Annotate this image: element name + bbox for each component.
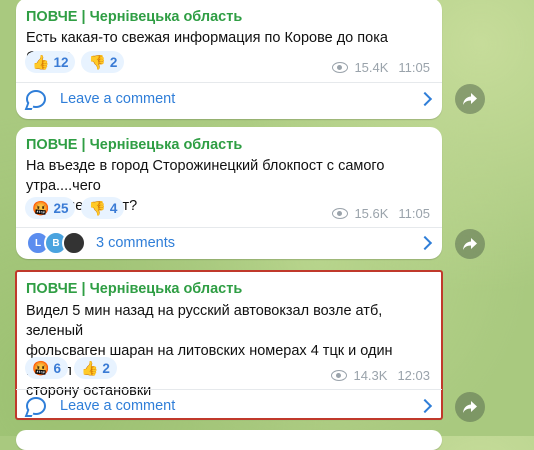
message-text-line: Видел 5 мин назад на русский автовокзал … <box>26 303 383 339</box>
share-button[interactable] <box>455 84 485 114</box>
reaction-angry[interactable]: 🤬 25 <box>25 197 76 219</box>
leave-comment-button[interactable]: Leave a comment <box>26 87 433 111</box>
reaction-count: 2 <box>102 360 110 376</box>
commenter-avatars: L B <box>26 231 86 255</box>
message-time: 11:05 <box>398 206 430 221</box>
message-meta: 15.4K 11:05 <box>332 60 430 75</box>
reaction-count: 6 <box>53 360 61 376</box>
angry-face-icon: 🤬 <box>32 200 50 216</box>
angry-face-icon: 🤬 <box>32 360 50 376</box>
view-count: 15.4K <box>354 60 389 75</box>
message-post-partial <box>16 430 442 450</box>
message-text: Видел 5 мин назад на русский автовокзал … <box>26 301 428 401</box>
reaction-angry[interactable]: 🤬 6 <box>25 357 68 379</box>
channel-name[interactable]: ПОВЧЕ | Чернівецька область <box>26 9 242 25</box>
reaction-count: 4 <box>109 200 118 216</box>
message-post-2[interactable]: ПОВЧЕ | Чернівецька область На въезде в … <box>16 127 442 259</box>
reaction-thumbs-down[interactable]: 👎 2 <box>81 51 125 73</box>
thumbs-down-icon: 👎 <box>88 54 106 70</box>
reactions: 🤬 6 👍 2 <box>25 357 117 379</box>
comment-label: 3 comments <box>96 235 175 251</box>
reaction-thumbs-up[interactable]: 👍 2 <box>73 357 117 379</box>
comment-bubble-icon <box>26 90 46 108</box>
share-arrow-icon <box>463 93 477 105</box>
chevron-right-icon <box>417 91 433 107</box>
share-button[interactable] <box>455 392 485 422</box>
channel-name[interactable]: ПОВЧЕ | Чернівецька область <box>26 281 242 297</box>
reaction-count: 2 <box>109 54 118 70</box>
chevron-right-icon <box>417 235 433 251</box>
comment-label: Leave a comment <box>60 91 176 107</box>
eye-icon <box>331 370 348 381</box>
divider <box>16 227 442 228</box>
view-count: 14.3K <box>353 368 388 383</box>
divider <box>16 389 442 390</box>
thumbs-up-icon: 👍 <box>80 360 99 376</box>
message-post-3[interactable]: ПОВЧЕ | Чернівецька область Видел 5 мин … <box>15 270 443 420</box>
divider <box>16 82 442 83</box>
reaction-count: 25 <box>53 200 69 216</box>
thumbs-down-icon: 👎 <box>88 200 106 216</box>
message-time: 12:03 <box>397 368 430 383</box>
comment-label: Leave a comment <box>60 398 176 414</box>
reactions: 🤬 25 👎 4 <box>25 197 125 219</box>
reactions: 👍 12 👎 2 <box>25 51 125 73</box>
chevron-right-icon <box>417 398 433 414</box>
reaction-thumbs-down[interactable]: 👎 4 <box>81 197 125 219</box>
view-count: 15.6K <box>354 206 389 221</box>
reaction-thumbs-up[interactable]: 👍 12 <box>25 51 76 73</box>
thumbs-up-icon: 👍 <box>32 54 50 70</box>
leave-comment-button[interactable]: Leave a comment <box>26 394 433 418</box>
comment-bubble-icon <box>26 397 46 415</box>
avatar <box>62 231 86 255</box>
share-button[interactable] <box>455 229 485 259</box>
comments-button[interactable]: L B 3 comments <box>26 231 433 255</box>
message-text-line: На въезде в город Сторожинецкий блокпост… <box>26 158 385 194</box>
eye-icon <box>332 62 349 73</box>
message-meta: 15.6K 11:05 <box>332 206 430 221</box>
share-arrow-icon <box>463 401 477 413</box>
eye-icon <box>332 208 349 219</box>
reaction-count: 12 <box>53 54 69 70</box>
share-arrow-icon <box>463 238 477 250</box>
message-post-1[interactable]: ПОВЧЕ | Чернівецька область Есть какая-т… <box>16 0 442 119</box>
message-meta: 14.3K 12:03 <box>331 368 430 383</box>
message-time: 11:05 <box>398 60 430 75</box>
channel-name[interactable]: ПОВЧЕ | Чернівецька область <box>26 137 242 153</box>
